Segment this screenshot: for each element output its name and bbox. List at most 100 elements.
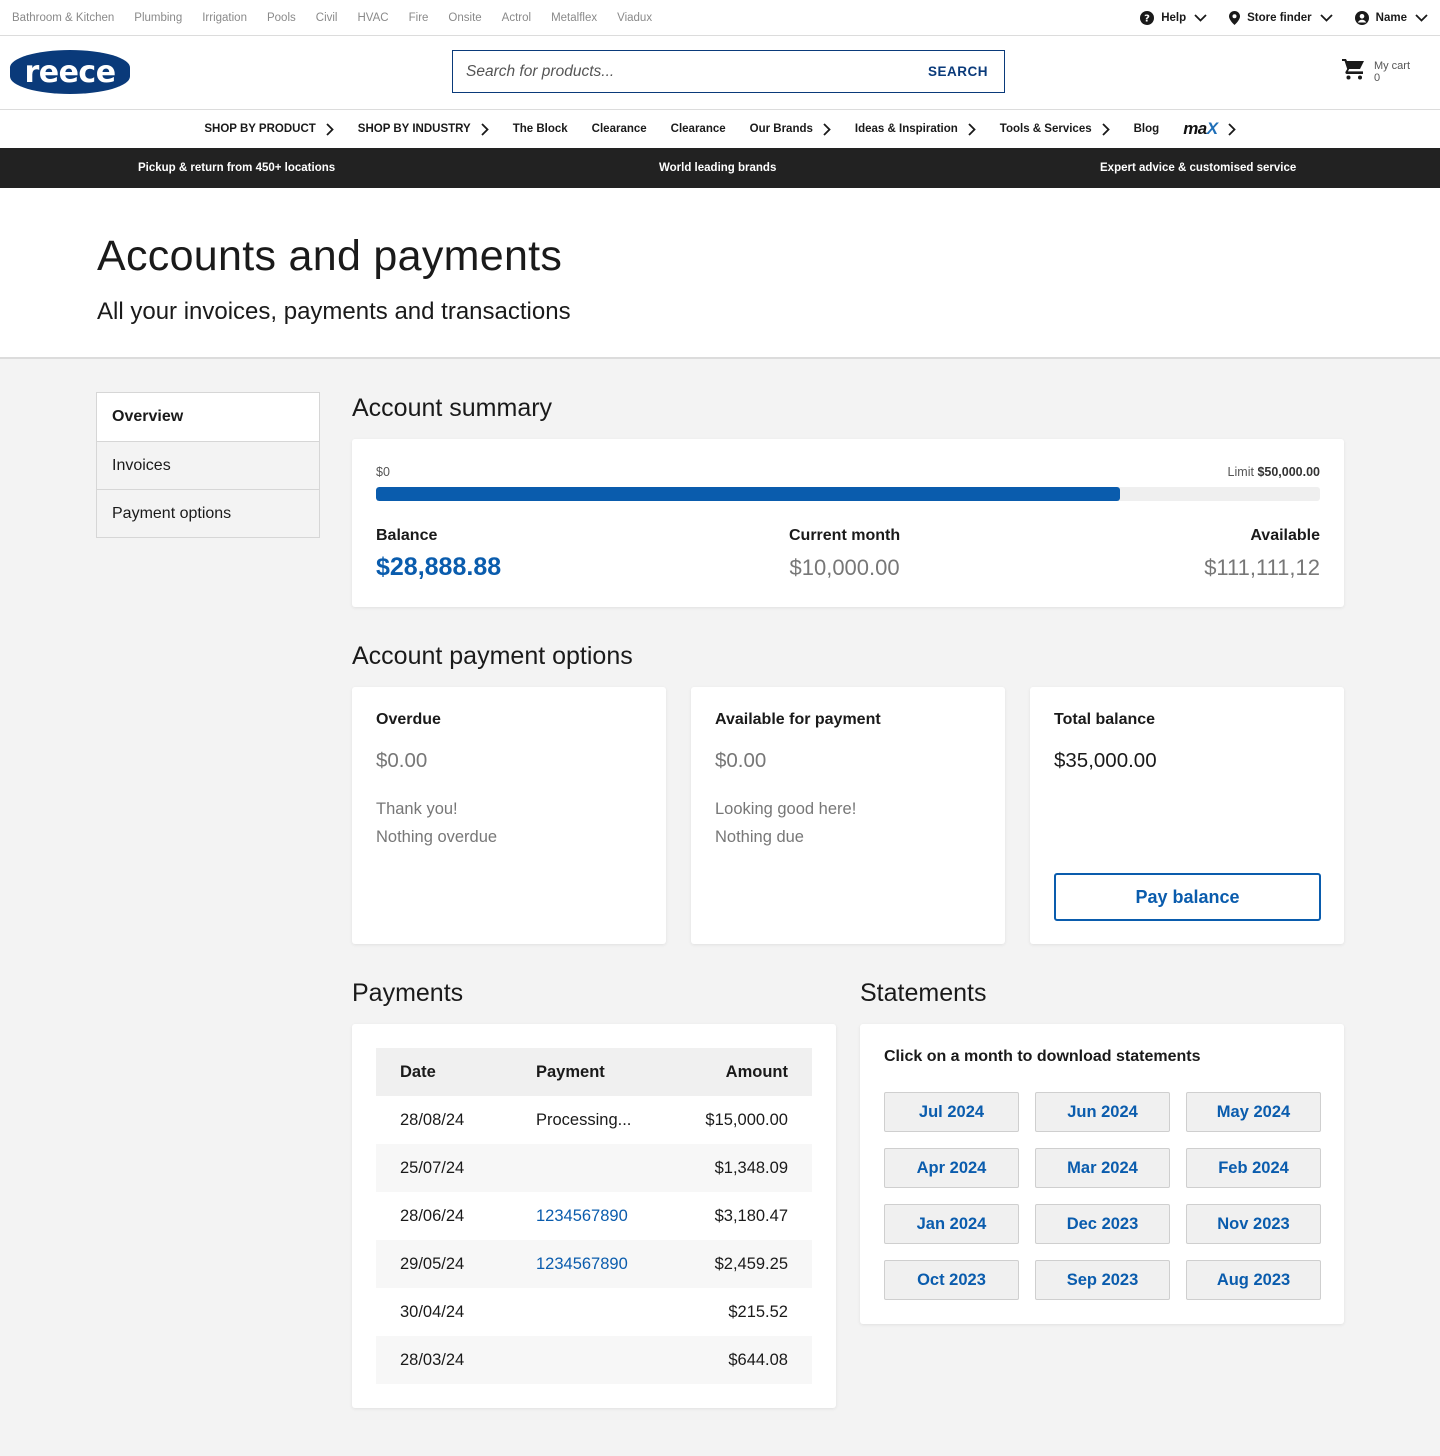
payment-date: 29/05/24: [400, 1254, 465, 1273]
nav-label: Clearance: [670, 123, 726, 135]
payment-amount: $215.52: [728, 1302, 788, 1321]
nav-label: SHOP BY PRODUCT: [204, 123, 316, 135]
logo-text: reece: [24, 54, 116, 90]
cart[interactable]: My cart 0: [1341, 58, 1410, 85]
brand-link[interactable]: Irrigation: [202, 12, 247, 24]
chevron-down-icon: [1320, 14, 1333, 22]
statement-months: Jul 2024 Jun 2024 May 2024 Apr 2024 Mar …: [884, 1092, 1321, 1300]
cart-label: My cart: [1373, 59, 1410, 72]
nav-label: Blog: [1133, 123, 1160, 135]
payment-amount: $15,000.00: [705, 1110, 788, 1129]
statement-month-button[interactable]: Dec 2023: [1035, 1204, 1170, 1244]
total-balance-card: Total balance $35,000.00 Pay balance: [1030, 687, 1344, 944]
available-message-line: Looking good here!: [715, 800, 857, 818]
available-metric: Available $111,111,12: [1204, 527, 1320, 581]
payment-amount: $2,459.25: [714, 1254, 788, 1273]
statement-month-button[interactable]: Apr 2024: [884, 1148, 1019, 1188]
chevron-down-icon: [1415, 14, 1428, 22]
brand-link[interactable]: Civil: [316, 12, 338, 24]
statement-month-button[interactable]: Feb 2024: [1186, 1148, 1321, 1188]
credit-usage-fill: [376, 487, 1120, 501]
statement-month-button[interactable]: Jun 2024: [1035, 1092, 1170, 1132]
account-menu[interactable]: Name: [1354, 11, 1428, 25]
statement-month-button[interactable]: Jan 2024: [884, 1204, 1019, 1244]
credit-usage-bar: [376, 487, 1320, 501]
brand-link[interactable]: Bathroom & Kitchen: [12, 12, 114, 24]
available-for-payment-label: Available for payment: [715, 711, 881, 728]
search-input[interactable]: [453, 51, 912, 92]
available-for-payment-card: Available for payment $0.00 Looking good…: [691, 687, 1005, 944]
balance-metric: Balance $28,888.88: [376, 527, 501, 582]
utility-actions: ? Help Store finder Name: [1118, 0, 1428, 36]
credit-min: $0: [376, 465, 390, 479]
payment-date: 28/08/24: [400, 1110, 465, 1129]
balance-value: $28,888.88: [376, 553, 502, 581]
payment-date: 28/06/24: [400, 1206, 465, 1225]
nav-max[interactable]: maX: [1183, 119, 1236, 139]
statement-month-button[interactable]: May 2024: [1186, 1092, 1321, 1132]
nav-the-block[interactable]: The Block: [513, 123, 568, 135]
nav-shop-by-industry[interactable]: SHOP BY INDUSTRY: [357, 122, 489, 136]
help-icon: ?: [1140, 11, 1155, 25]
nav-blog[interactable]: Blog: [1134, 123, 1160, 135]
sidenav-invoices[interactable]: Invoices: [97, 441, 319, 489]
pay-balance-button[interactable]: Pay balance: [1054, 873, 1321, 921]
nav-shop-by-product[interactable]: SHOP BY PRODUCT: [204, 122, 334, 136]
payment-reference-link[interactable]: 1234567890: [536, 1255, 676, 1274]
page-header: Accounts and payments All your invoices,…: [0, 188, 1440, 359]
statement-month-button[interactable]: Sep 2023: [1035, 1260, 1170, 1300]
main-nav: SHOP BY PRODUCT SHOP BY INDUSTRY The Blo…: [0, 110, 1440, 148]
overdue-value: $0.00: [376, 749, 428, 772]
location-pin-icon: [1229, 11, 1241, 25]
nav-ideas-inspiration[interactable]: Ideas & Inspiration: [855, 122, 976, 136]
statement-month-button[interactable]: Mar 2024: [1035, 1148, 1170, 1188]
store-finder-label: Store finder: [1247, 12, 1312, 24]
payment-amount: $644.08: [728, 1350, 788, 1369]
max-logo: maX: [1183, 119, 1218, 138]
sidenav-overview[interactable]: Overview: [97, 393, 319, 441]
table-row: 28/03/24 $644.08: [376, 1336, 812, 1384]
nav-clearance[interactable]: Clearance: [671, 123, 726, 135]
brand-link[interactable]: Pools: [267, 12, 296, 24]
date-header: Date: [400, 1062, 436, 1081]
amount-header: Amount: [725, 1062, 788, 1081]
current-month-value: $10,000.00: [789, 555, 900, 580]
nav-our-brands[interactable]: Our Brands: [750, 122, 831, 136]
reece-logo[interactable]: reece: [10, 50, 130, 94]
credit-limit: Limit $50,000.00: [1228, 465, 1320, 479]
help-label: Help: [1161, 12, 1187, 24]
payment-reference-link[interactable]: 1234567890: [536, 1207, 676, 1226]
nav-label: SHOP BY INDUSTRY: [357, 123, 471, 135]
brand-link[interactable]: Onsite: [448, 12, 481, 24]
total-balance-label: Total balance: [1054, 711, 1156, 728]
promo-advice: Expert advice & customised service: [1100, 162, 1297, 174]
statement-month-button[interactable]: Aug 2023: [1186, 1260, 1321, 1300]
statement-month-button[interactable]: Jul 2024: [884, 1092, 1019, 1132]
chevron-down-icon: [1194, 14, 1207, 22]
page-title: Accounts and payments: [97, 232, 563, 280]
brand-link[interactable]: Viadux: [617, 12, 652, 24]
payment-options-title: Account payment options: [352, 642, 633, 670]
search-button[interactable]: SEARCH: [912, 51, 1004, 92]
statement-month-button[interactable]: Oct 2023: [884, 1260, 1019, 1300]
help-menu[interactable]: ? Help: [1140, 11, 1207, 25]
payments-table: Date Payment Amount 28/08/24 Processing.…: [376, 1048, 812, 1384]
brand-link[interactable]: Actrol: [502, 12, 531, 24]
payments-card: Date Payment Amount 28/08/24 Processing.…: [352, 1024, 836, 1408]
payment-status: Processing...: [536, 1110, 632, 1129]
nav-clearance[interactable]: Clearance: [592, 123, 647, 135]
nav-tools-services[interactable]: Tools & Services: [1000, 122, 1110, 136]
brand-link[interactable]: Plumbing: [134, 12, 182, 24]
brand-link[interactable]: Fire: [409, 12, 429, 24]
brand-link[interactable]: Metalflex: [551, 12, 597, 24]
sidenav-payment-options[interactable]: Payment options: [97, 489, 319, 537]
available-value: $111,111,12: [1204, 555, 1320, 580]
statement-month-button[interactable]: Nov 2023: [1186, 1204, 1321, 1244]
account-summary-title: Account summary: [352, 394, 553, 422]
overdue-message: Thank you! Nothing overdue: [376, 795, 497, 851]
store-finder-menu[interactable]: Store finder: [1229, 11, 1333, 25]
chevron-right-icon: [481, 122, 489, 136]
brand-link[interactable]: HVAC: [358, 12, 389, 24]
payment-amount: $1,348.09: [714, 1158, 788, 1177]
chevron-right-icon: [1101, 122, 1110, 136]
